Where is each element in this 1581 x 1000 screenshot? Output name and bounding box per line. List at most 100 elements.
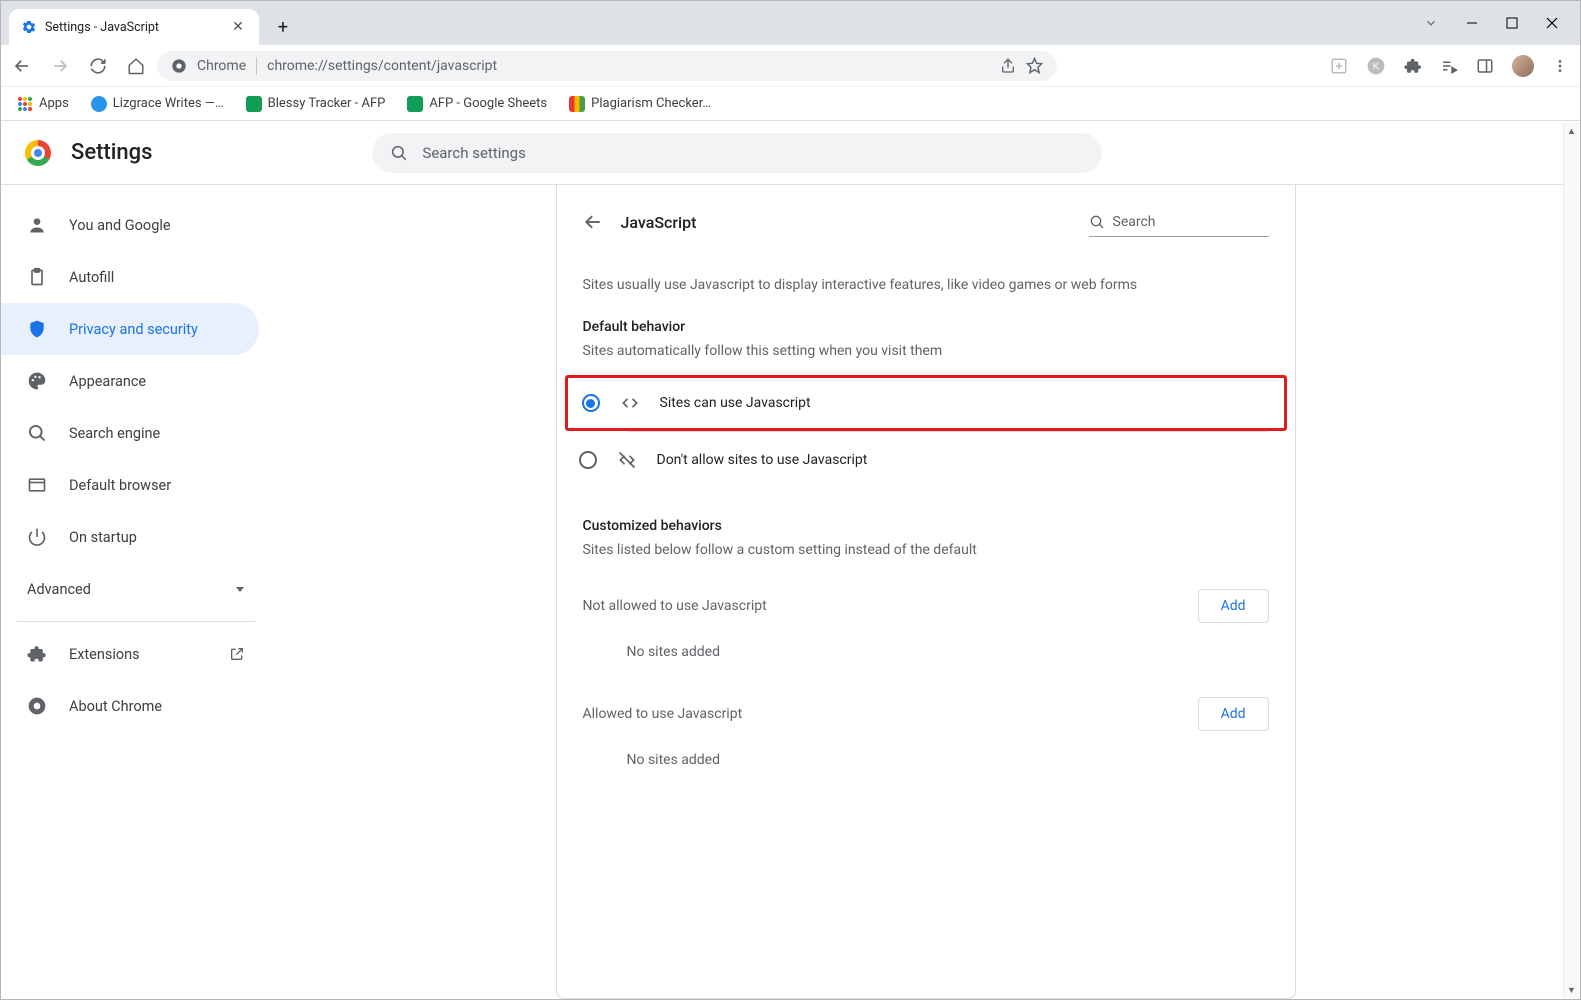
sst-icon	[569, 96, 585, 112]
radio-unchecked-icon	[579, 451, 597, 469]
add-allowed-button[interactable]: Add	[1198, 697, 1269, 731]
sidebar-item-appearance[interactable]: Appearance	[1, 355, 271, 407]
sidebar-item-autofill[interactable]: Autofill	[1, 251, 271, 303]
chrome-icon	[27, 696, 47, 716]
external-link-icon	[229, 646, 245, 662]
sidebar-label: Privacy and security	[69, 321, 198, 338]
profile-avatar[interactable]	[1512, 55, 1534, 77]
bookmark-item[interactable]: AFP - Google Sheets	[407, 96, 547, 112]
customized-behaviors-subtitle: Sites listed below follow a custom setti…	[557, 534, 1295, 574]
window-maximize-button[interactable]	[1506, 1, 1518, 45]
empty-allowed: No sites added	[557, 746, 1295, 790]
sidebar-item-extensions[interactable]: Extensions	[1, 628, 271, 680]
sidebar-item-on-startup[interactable]: On startup	[1, 511, 271, 563]
new-tab-button[interactable]: +	[269, 13, 297, 41]
scroll-down-icon[interactable]: ▼	[1564, 982, 1579, 998]
browser-tab[interactable]: Settings - JavaScript ✕	[9, 9, 259, 45]
browser-tab-strip: Settings - JavaScript ✕ +	[1, 1, 1580, 45]
back-button[interactable]	[13, 57, 31, 75]
share-icon[interactable]	[1000, 58, 1016, 74]
sidebar-label: Appearance	[69, 373, 146, 390]
wordpress-icon	[91, 96, 107, 112]
sidebar-item-about[interactable]: About Chrome	[1, 680, 271, 732]
search-icon	[390, 144, 408, 162]
bookmark-apps[interactable]: Apps	[17, 96, 69, 112]
bookmark-star-icon[interactable]	[1026, 57, 1043, 74]
bookmark-item[interactable]: Lizgrace Writes —…	[91, 96, 224, 112]
bookmark-item[interactable]: Blessy Tracker - AFP	[246, 96, 386, 112]
allowed-label: Allowed to use Javascript	[583, 706, 743, 722]
menu-icon[interactable]	[1552, 58, 1568, 74]
option-label: Don't allow sites to use Javascript	[657, 452, 868, 468]
search-icon	[1089, 214, 1105, 230]
back-arrow-button[interactable]	[583, 212, 603, 232]
tab-title: Settings - JavaScript	[45, 20, 159, 35]
bookmarks-bar: Apps Lizgrace Writes —… Blessy Tracker -…	[1, 87, 1580, 121]
search-icon	[27, 423, 47, 443]
sidebar-item-search-engine[interactable]: Search engine	[1, 407, 271, 459]
sheets-icon	[246, 96, 262, 112]
scroll-up-icon[interactable]: ▲	[1564, 123, 1579, 139]
settings-main: JavaScript Search Sites usually use Java…	[271, 185, 1580, 999]
not-allowed-label: Not allowed to use Javascript	[583, 598, 767, 614]
chrome-logo-icon	[25, 140, 51, 166]
sidebar-item-default-browser[interactable]: Default browser	[1, 459, 271, 511]
bookmark-label: AFP - Google Sheets	[429, 96, 547, 111]
settings-header: Settings Search settings	[1, 121, 1580, 185]
person-icon	[27, 215, 47, 235]
extensions-icon[interactable]	[1404, 57, 1422, 75]
shield-icon	[27, 319, 47, 339]
reload-button[interactable]	[89, 57, 107, 75]
code-off-icon	[617, 450, 637, 470]
page-title: JavaScript	[621, 213, 697, 232]
bookmark-item[interactable]: Plagiarism Checker…	[569, 96, 711, 112]
option-allow-javascript[interactable]: Sites can use Javascript	[565, 375, 1287, 431]
chevron-down-icon[interactable]	[1424, 1, 1438, 45]
default-behavior-subtitle: Sites automatically follow this setting …	[557, 335, 1295, 375]
add-not-allowed-button[interactable]: Add	[1198, 589, 1269, 623]
sidebar-item-you-and-google[interactable]: You and Google	[1, 199, 271, 251]
address-bar[interactable]: Chrome chrome://settings/content/javascr…	[157, 51, 1057, 81]
option-block-javascript[interactable]: Don't allow sites to use Javascript	[565, 432, 1287, 488]
chrome-icon	[171, 58, 187, 74]
settings-gear-icon	[21, 19, 37, 35]
side-panel-icon[interactable]	[1476, 57, 1494, 75]
browser-icon	[27, 475, 47, 495]
collections-icon[interactable]	[1330, 57, 1348, 75]
omnibox-prefix: Chrome	[197, 58, 246, 74]
page-search-input[interactable]: Search	[1089, 207, 1269, 237]
browser-toolbar: Chrome chrome://settings/content/javascr…	[1, 45, 1580, 87]
customized-behaviors-title: Customized behaviors	[557, 518, 1295, 534]
search-settings-input[interactable]: Search settings	[372, 133, 1102, 173]
window-minimize-button[interactable]	[1466, 1, 1478, 45]
sidebar-label: Search engine	[69, 425, 160, 442]
sidebar-advanced-toggle[interactable]: Advanced	[1, 563, 271, 615]
vertical-scrollbar[interactable]: ▲ ▼	[1563, 123, 1579, 998]
account-icon[interactable]: K	[1366, 56, 1386, 76]
settings-sidebar: You and Google Autofill Privacy and secu…	[1, 185, 271, 999]
default-behavior-title: Default behavior	[557, 319, 1295, 335]
forward-button	[51, 57, 69, 75]
svg-text:K: K	[1373, 61, 1380, 72]
placeholder-text: Search	[1113, 214, 1156, 230]
empty-not-allowed: No sites added	[557, 638, 1295, 682]
media-icon[interactable]	[1440, 57, 1458, 75]
home-button[interactable]	[127, 57, 145, 75]
sidebar-label: Extensions	[69, 646, 140, 663]
sidebar-item-privacy-security[interactable]: Privacy and security	[1, 303, 259, 355]
sidebar-label: Default browser	[69, 477, 171, 494]
power-icon	[27, 527, 47, 547]
puzzle-icon	[27, 644, 47, 664]
search-placeholder: Search settings	[422, 144, 525, 162]
divider	[17, 621, 255, 622]
window-close-button[interactable]	[1546, 1, 1558, 45]
palette-icon	[27, 371, 47, 391]
apps-icon	[17, 96, 33, 112]
tab-close-button[interactable]: ✕	[229, 18, 247, 36]
bookmark-label: Lizgrace Writes —…	[113, 96, 224, 111]
settings-title: Settings	[71, 140, 152, 165]
bookmark-label: Apps	[39, 96, 69, 111]
clipboard-icon	[27, 267, 47, 287]
radio-checked-icon	[582, 394, 600, 412]
sidebar-label: You and Google	[69, 217, 171, 234]
